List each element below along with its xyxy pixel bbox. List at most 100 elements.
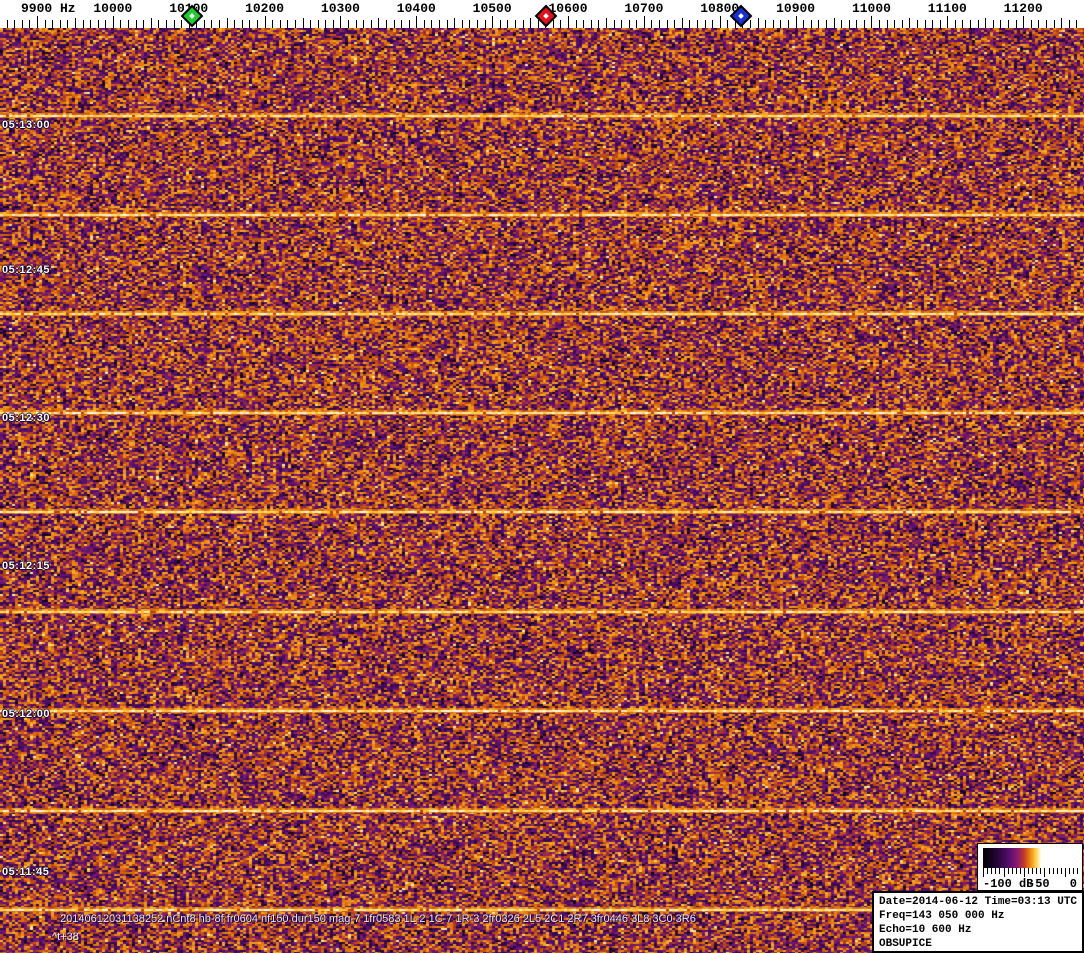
time-label: 05:13:00: [2, 119, 51, 131]
frequency-tick: [204, 20, 205, 28]
colorbar-gradient: [983, 848, 1077, 868]
frequency-tick: [333, 20, 334, 28]
frequency-tick: [576, 20, 577, 28]
frequency-tick: [462, 20, 463, 28]
frequency-tick: [234, 20, 235, 28]
frequency-tick: [219, 20, 220, 28]
frequency-tick: [758, 18, 759, 28]
frequency-tick: [174, 20, 175, 28]
frequency-tick: [500, 20, 501, 28]
frequency-tick: [826, 20, 827, 28]
frequency-tick: [363, 20, 364, 28]
frequency-tick: [560, 20, 561, 28]
frequency-tick: [507, 20, 508, 28]
frequency-tick: [60, 20, 61, 28]
frequency-tick: [788, 20, 789, 28]
spectrogram-canvas: [0, 28, 1084, 953]
frequency-tick-label: 11100: [927, 1, 967, 16]
frequency-tick: [257, 20, 258, 28]
frequency-tick: [477, 20, 478, 28]
info-echo: Echo=10 600 Hz: [879, 924, 972, 936]
frequency-tick: [128, 20, 129, 28]
frequency-tick: [447, 20, 448, 28]
time-label: 05:12:15: [2, 560, 51, 572]
frequency-tick: [416, 16, 417, 28]
frequency-tick: [773, 20, 774, 28]
info-date-time: Date=2014-06-12 Time=03:13 UTC: [879, 896, 1078, 908]
frequency-tick: [947, 16, 948, 28]
frequency-tick: [136, 20, 137, 28]
frequency-tick: [894, 20, 895, 28]
frequency-tick: [83, 20, 84, 28]
frequency-tick: [386, 20, 387, 28]
frequency-tick: [940, 20, 941, 28]
frequency-tick: [143, 20, 144, 28]
frequency-tick: [29, 20, 30, 28]
frequency-tick: [211, 20, 212, 28]
time-label: 05:12:00: [2, 708, 51, 720]
frequency-tick: [667, 20, 668, 28]
frequency-tick: [113, 16, 114, 28]
frequency-tick: [879, 20, 880, 28]
info-frequency: Freq=143 050 000 Hz: [879, 910, 1005, 922]
frequency-tick: [568, 16, 569, 28]
time-label: 05:11:45: [2, 866, 50, 878]
frequency-tick: [985, 18, 986, 28]
frequency-tick: [849, 20, 850, 28]
frequency-tick: [644, 16, 645, 28]
frequency-tick: [978, 20, 979, 28]
frequency-tick: [1000, 20, 1001, 28]
frequency-tick: [409, 20, 410, 28]
frequency-tick: [303, 18, 304, 28]
frequency-tick: [356, 20, 357, 28]
frequency-tick: [340, 16, 341, 28]
frequency-tick: [515, 20, 516, 28]
frequency-tick: [651, 20, 652, 28]
frequency-tick: [52, 20, 53, 28]
frequency-tick-label: 10500: [472, 1, 512, 16]
frequency-tick: [871, 16, 872, 28]
detection-parameters-text: 20140612031138252 nCnt8 hb-8f fr0604 nf1…: [60, 913, 696, 925]
frequency-tick-label: 11000: [851, 1, 891, 16]
frequency-tick: [492, 16, 493, 28]
frequency-tick: [1046, 20, 1047, 28]
frequency-tick: [841, 20, 842, 28]
frequency-tick: [727, 20, 728, 28]
frequency-tick: [856, 20, 857, 28]
time-offset-label: ^t+38: [52, 931, 79, 943]
frequency-tick: [705, 20, 706, 28]
frequency-tick: [280, 20, 281, 28]
frequency-tick-label: 10300: [320, 1, 360, 16]
frequency-tick: [295, 20, 296, 28]
frequency-tick: [682, 18, 683, 28]
frequency-tick: [166, 20, 167, 28]
frequency-tick: [803, 20, 804, 28]
frequency-tick: [523, 20, 524, 28]
frequency-tick: [765, 20, 766, 28]
frequency-tick: [272, 20, 273, 28]
frequency-tick: [591, 20, 592, 28]
frequency-tick-label: 10000: [93, 1, 133, 16]
frequency-tick: [371, 20, 372, 28]
frequency-tick-label: 10200: [245, 1, 285, 16]
frequency-tick: [14, 20, 15, 28]
colorbar-label-mid: -50: [1028, 877, 1050, 891]
frequency-tick: [1008, 20, 1009, 28]
frequency-tick: [431, 20, 432, 28]
frequency-tick: [424, 20, 425, 28]
time-label: 05:12:45: [2, 264, 51, 276]
frequency-tick: [105, 20, 106, 28]
colorbar-legend: -100 dB -50 0: [977, 843, 1083, 891]
info-station: OBSUPICE: [879, 938, 932, 950]
spectrogram-viewer: 9900 Hz100001010010200103001040010500106…: [0, 0, 1084, 953]
frequency-tick: [181, 20, 182, 28]
frequency-tick: [553, 20, 554, 28]
frequency-tick: [22, 20, 23, 28]
frequency-tick: [538, 20, 539, 28]
frequency-tick: [348, 20, 349, 28]
frequency-tick: [955, 20, 956, 28]
frequency-tick: [1054, 20, 1055, 28]
frequency-tick: [242, 20, 243, 28]
frequency-tick: [970, 20, 971, 28]
frequency-tick-label: 10400: [396, 1, 436, 16]
